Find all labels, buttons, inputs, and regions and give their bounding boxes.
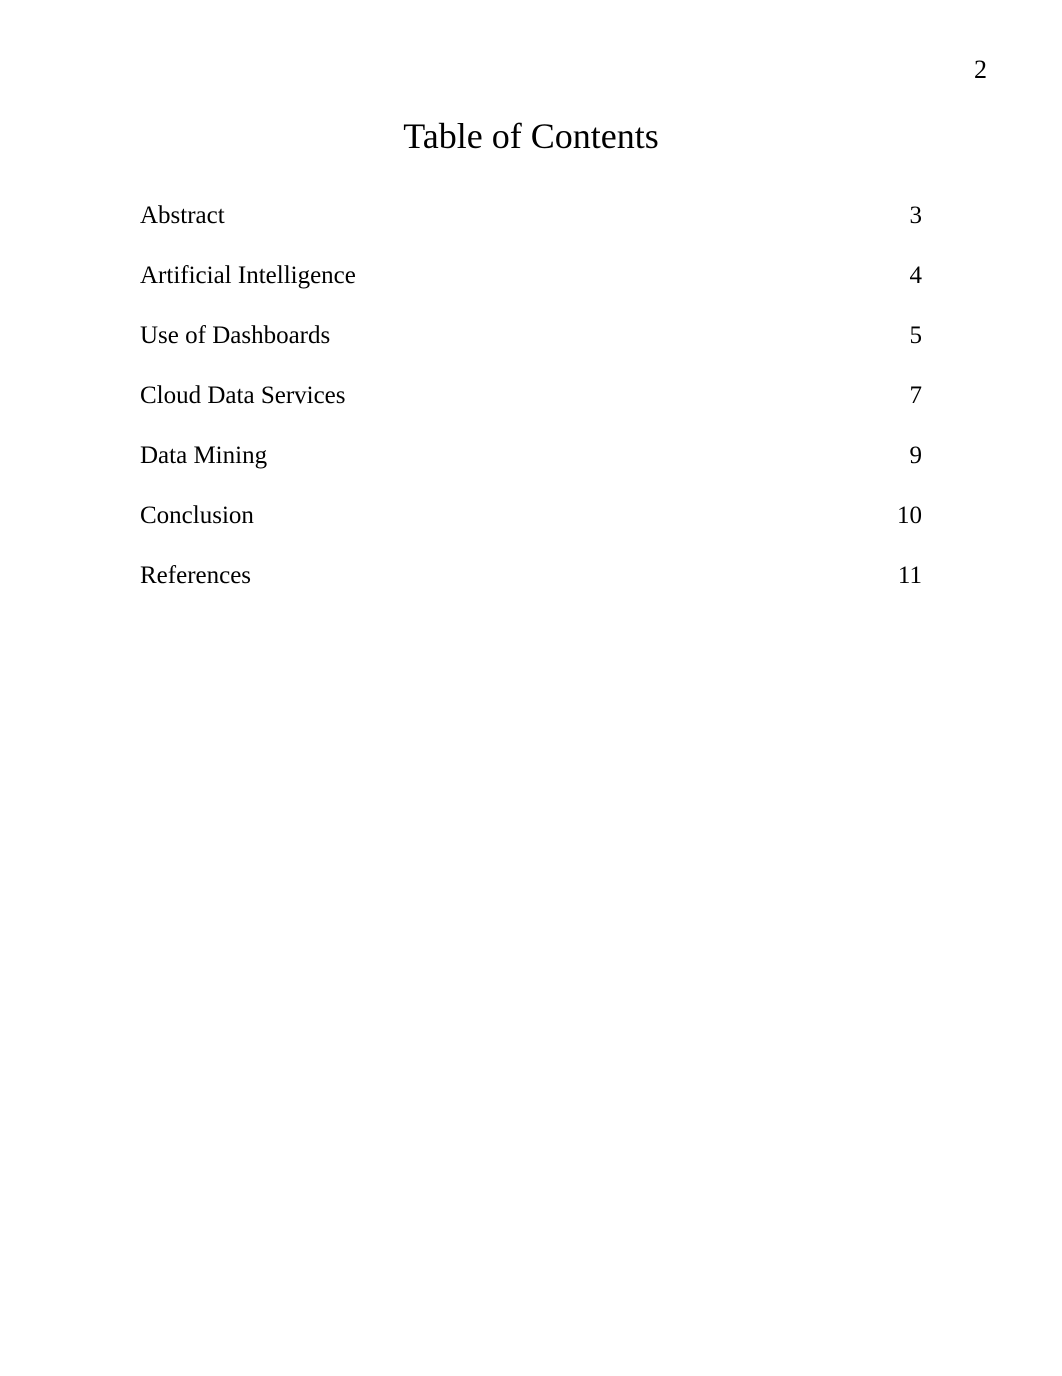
toc-entry: Artificial Intelligence 4 [140,262,922,290]
toc-entry-label: References [140,562,251,590]
toc-entry: Conclusion 10 [140,502,922,530]
toc-entry-page: 7 [882,382,922,410]
toc-entry: Data Mining 9 [140,442,922,470]
toc-entry: References 11 [140,562,922,590]
toc-entry-page: 9 [882,442,922,470]
toc-entry: Cloud Data Services 7 [140,382,922,410]
toc-entry-label: Cloud Data Services [140,382,346,410]
toc-entry: Use of Dashboards 5 [140,322,922,350]
table-of-contents: Abstract 3 Artificial Intelligence 4 Use… [140,202,922,590]
toc-entry-page: 4 [882,262,922,290]
toc-entry-label: Abstract [140,202,225,230]
document-page: 2 Table of Contents Abstract 3 Artificia… [0,0,1062,1376]
toc-entry-page: 5 [882,322,922,350]
toc-entry-page: 3 [882,202,922,230]
toc-entry: Abstract 3 [140,202,922,230]
toc-entry-label: Artificial Intelligence [140,262,356,290]
toc-entry-label: Data Mining [140,442,267,470]
toc-entry-label: Use of Dashboards [140,322,330,350]
toc-entry-label: Conclusion [140,502,254,530]
page-number: 2 [974,55,987,85]
toc-entry-page: 10 [882,502,922,530]
toc-entry-page: 11 [882,562,922,590]
toc-title: Table of Contents [140,115,922,157]
